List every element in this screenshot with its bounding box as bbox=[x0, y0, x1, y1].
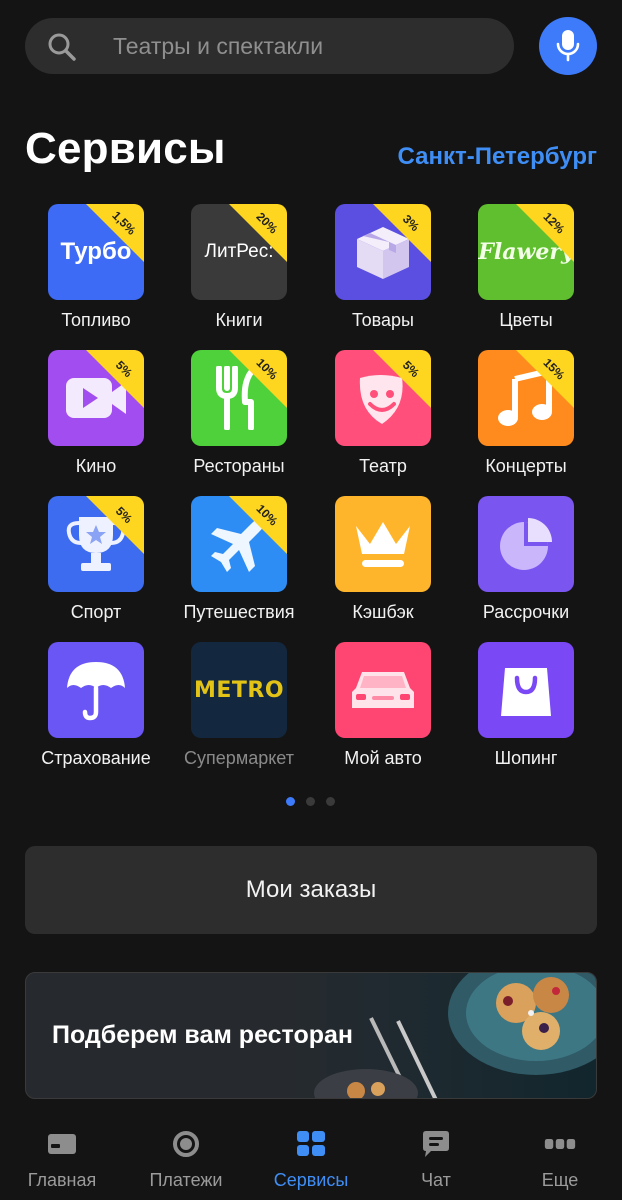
service-label: Шопинг bbox=[494, 748, 558, 768]
metro-logo-icon: METRO bbox=[191, 642, 287, 738]
service-tile-11[interactable]: Кэшбэк bbox=[311, 496, 455, 626]
nav-item-home-card[interactable]: Главная bbox=[0, 1130, 124, 1196]
nav-label: Главная bbox=[27, 1170, 97, 1190]
service-label: Страхование bbox=[41, 748, 151, 768]
fork-knife-icon: 10% bbox=[191, 350, 287, 446]
service-tile-6[interactable]: 10% Рестораны bbox=[167, 350, 311, 480]
service-tile-9[interactable]: 5% Спорт bbox=[24, 496, 168, 626]
cashback-badge: 5% bbox=[86, 350, 144, 408]
service-tile-2[interactable]: ЛитРес: 20% Книги bbox=[167, 204, 311, 334]
search-bar[interactable] bbox=[25, 18, 514, 74]
shopping-bag-icon bbox=[478, 642, 574, 738]
cashback-badge: 1,5% bbox=[86, 204, 144, 262]
service-tile-7[interactable]: 5% Театр bbox=[311, 350, 455, 480]
service-tile-5[interactable]: 5% Кино bbox=[24, 350, 168, 480]
service-label: Театр bbox=[359, 456, 407, 476]
service-tile-10[interactable]: 10% Путешествия bbox=[167, 496, 311, 626]
bottom-navigation: Главная Платежи Сервисы Чат Еще bbox=[0, 1112, 622, 1200]
service-label: Товары bbox=[352, 310, 414, 330]
service-tile-8[interactable]: 15% Концерты bbox=[454, 350, 598, 480]
pagination-dot[interactable] bbox=[326, 797, 335, 806]
service-label: Кэшбэк bbox=[352, 602, 414, 622]
service-label: Супермаркет bbox=[184, 748, 294, 768]
service-label: Путешествия bbox=[183, 602, 295, 622]
service-label: Мой авто bbox=[344, 748, 422, 768]
pagination-dots bbox=[0, 797, 622, 807]
cashback-badge: 5% bbox=[86, 496, 144, 554]
service-logo-text: METRO bbox=[193, 677, 285, 703]
service-label: Топливо bbox=[61, 310, 131, 330]
cashback-badge: 12% bbox=[516, 204, 574, 262]
nav-item-payments-circle[interactable]: Платежи bbox=[124, 1130, 248, 1196]
service-tile-13[interactable]: Страхование bbox=[24, 642, 168, 772]
cashback-badge: 20% bbox=[229, 204, 287, 262]
more-dots-icon bbox=[544, 1130, 576, 1158]
service-tile-16[interactable]: Шопинг bbox=[454, 642, 598, 772]
trophy-icon: 5% bbox=[48, 496, 144, 592]
promo-title: Подберем вам ресторан bbox=[52, 1021, 354, 1049]
flawery-logo-icon: Flawery 12% bbox=[478, 204, 574, 300]
cashback-badge: 15% bbox=[516, 350, 574, 408]
litres-logo-icon: ЛитРес: 20% bbox=[191, 204, 287, 300]
service-label: Концерты bbox=[485, 456, 567, 476]
restaurant-promo-banner[interactable]: Подберем вам ресторан bbox=[25, 972, 597, 1099]
service-tile-1[interactable]: Турбо 1,5% Топливо bbox=[24, 204, 168, 334]
turbo-logo-icon: Турбо 1,5% bbox=[48, 204, 144, 300]
music-note-icon: 15% bbox=[478, 350, 574, 446]
nav-label: Сервисы bbox=[273, 1170, 349, 1190]
service-label: Рассрочки bbox=[482, 602, 570, 622]
service-label: Рестораны bbox=[193, 456, 285, 476]
page-title: Сервисы bbox=[25, 124, 226, 173]
service-tile-15[interactable]: Мой авто bbox=[311, 642, 455, 772]
service-label: Кино bbox=[75, 456, 117, 476]
search-icon bbox=[48, 33, 76, 61]
service-label: Спорт bbox=[70, 602, 122, 622]
voice-search-button[interactable] bbox=[539, 17, 597, 75]
service-tile-3[interactable]: 3% Товары bbox=[311, 204, 455, 334]
pagination-dot[interactable] bbox=[306, 797, 315, 806]
search-input[interactable] bbox=[113, 18, 493, 74]
cashback-badge: 10% bbox=[229, 350, 287, 408]
services-grid-icon bbox=[295, 1130, 327, 1158]
search-row bbox=[25, 17, 597, 75]
chat-icon bbox=[420, 1130, 452, 1158]
pagination-dot[interactable] bbox=[286, 797, 295, 806]
service-tile-4[interactable]: Flawery 12% Цветы bbox=[454, 204, 598, 334]
nav-item-services-grid[interactable]: Сервисы bbox=[249, 1130, 373, 1196]
service-tile-12[interactable]: Рассрочки bbox=[454, 496, 598, 626]
cashback-badge: 10% bbox=[229, 496, 287, 554]
nav-label: Еще bbox=[541, 1170, 579, 1190]
crown-icon bbox=[335, 496, 431, 592]
payments-circle-icon bbox=[170, 1130, 202, 1158]
airplane-icon: 10% bbox=[191, 496, 287, 592]
my-orders-button[interactable]: Мои заказы bbox=[25, 846, 597, 934]
service-tile-14[interactable]: METRO Супермаркет bbox=[167, 642, 311, 772]
home-card-icon bbox=[46, 1130, 78, 1158]
nav-item-chat[interactable]: Чат bbox=[374, 1130, 498, 1196]
service-label: Книги bbox=[215, 310, 263, 330]
theatre-mask-icon: 5% bbox=[335, 350, 431, 446]
cashback-badge: 3% bbox=[373, 204, 431, 262]
cashback-badge: 5% bbox=[373, 350, 431, 408]
nav-item-more-dots[interactable]: Еще bbox=[498, 1130, 622, 1196]
video-camera-icon: 5% bbox=[48, 350, 144, 446]
nav-label: Чат bbox=[421, 1170, 451, 1190]
nav-label: Платежи bbox=[149, 1170, 223, 1190]
umbrella-icon bbox=[48, 642, 144, 738]
city-selector-link[interactable]: Санкт-Петербург bbox=[398, 143, 597, 171]
microphone-icon bbox=[556, 30, 580, 62]
car-icon bbox=[335, 642, 431, 738]
pie-chart-icon bbox=[478, 496, 574, 592]
service-label: Цветы bbox=[499, 310, 553, 330]
box-icon: 3% bbox=[335, 204, 431, 300]
